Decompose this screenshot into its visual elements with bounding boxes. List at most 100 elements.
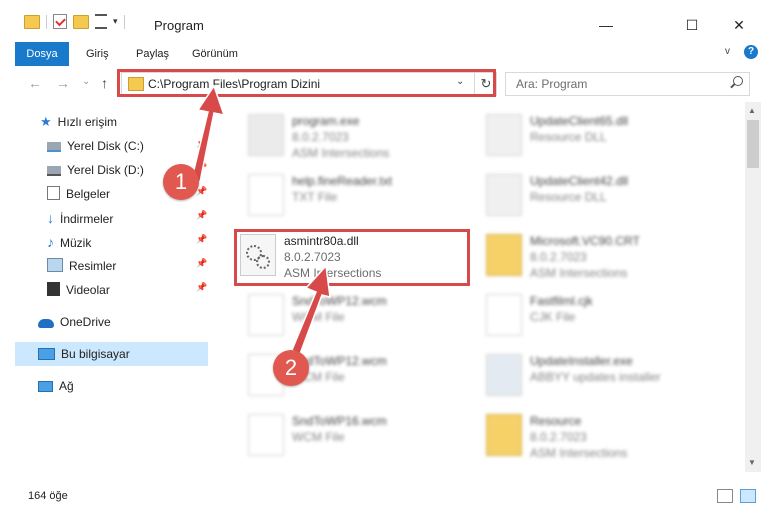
pin-icon[interactable]: 📌	[196, 282, 207, 293]
file-tile[interactable]: UpdateInstaller.exe ABBYY updates instal…	[486, 348, 716, 404]
tab-view[interactable]: Görünüm	[192, 48, 238, 60]
file-name: SndToWP16.wcm	[292, 414, 387, 428]
file-tile[interactable]: UpdateClient65.dll Resource DLL	[486, 108, 716, 164]
sidebar-item-label: Yerel Disk (D:)	[67, 163, 144, 177]
music-icon: ♪	[47, 234, 54, 250]
pin-icon[interactable]: 📌	[196, 138, 207, 149]
properties-icon[interactable]	[53, 14, 67, 29]
navigation-pane: ★ Hızlı erişim Yerel Disk (C:) 📌 Yerel Di…	[0, 102, 210, 472]
dll-file-icon	[486, 174, 522, 216]
file-tile[interactable]: help.fineReader.txt TXT File	[248, 168, 478, 224]
file-version: 8.0.2.7023	[530, 430, 587, 444]
file-name: UpdateClient42.dll	[530, 174, 629, 188]
toolbar-divider	[123, 14, 125, 29]
step-badge-1: 1	[163, 164, 199, 200]
sidebar-item-downloads[interactable]: ↓ İndirmeler	[47, 207, 113, 229]
toolbar-divider	[46, 14, 47, 29]
video-icon	[47, 282, 60, 296]
sidebar-item-this-pc[interactable]: Bu bilgisayar	[38, 343, 130, 365]
scroll-up-icon[interactable]: ▲	[748, 106, 756, 115]
file-type: Resource DLL	[530, 130, 607, 144]
step-badge-2: 2	[273, 350, 309, 386]
tab-file[interactable]: Dosya	[15, 42, 69, 66]
help-icon[interactable]: ?	[744, 45, 758, 59]
search-input[interactable]: Ara: Program	[516, 77, 587, 91]
file-icon	[248, 414, 284, 456]
tab-home[interactable]: Giriş	[86, 48, 109, 60]
file-company: ASM Intersections	[292, 146, 390, 160]
sidebar-item-pictures[interactable]: Resimler	[47, 255, 116, 277]
file-company: ASM Intersections	[530, 266, 628, 280]
pin-icon[interactable]: 📌	[196, 210, 207, 221]
file-icon	[486, 294, 522, 336]
file-list: program.exe 8.0.2.7023 ASM Intersections…	[212, 102, 744, 472]
details-view-icon[interactable]	[717, 489, 733, 503]
sidebar-item-label: OneDrive	[60, 315, 111, 329]
file-type: WCM File	[292, 310, 345, 324]
list-view-icon[interactable]	[95, 14, 107, 29]
file-type: CJK File	[530, 310, 576, 324]
file-tile[interactable]: UpdateClient42.dll Resource DLL	[486, 168, 716, 224]
file-tile[interactable]: SndToWP12.wcm WCM File	[248, 288, 478, 344]
star-icon: ★	[40, 114, 52, 129]
sidebar-item-music[interactable]: ♪ Müzik	[47, 231, 91, 253]
drive-icon	[47, 166, 61, 176]
recent-locations-icon[interactable]: ⌄	[82, 76, 90, 87]
folder-icon	[486, 234, 522, 276]
file-name: program.exe	[292, 114, 360, 128]
close-button[interactable]: ✕	[716, 10, 762, 40]
vertical-scrollbar[interactable]: ▲ ▼	[745, 102, 761, 472]
sidebar-item-drive-c[interactable]: Yerel Disk (C:)	[47, 135, 144, 157]
documents-icon	[47, 186, 60, 200]
title-bar: ▾ Program — ☐ ✕	[0, 0, 769, 40]
file-icon	[248, 294, 284, 336]
sidebar-item-videos[interactable]: Videolar	[47, 279, 110, 301]
file-tile[interactable]: Microsoft.VC90.CRT 8.0.2.7023 ASM Inters…	[486, 228, 716, 284]
back-arrow-icon[interactable]: ←	[28, 75, 42, 91]
sidebar-item-label: Yerel Disk (C:)	[67, 139, 144, 153]
pin-icon[interactable]: 📌	[196, 258, 207, 269]
pictures-icon	[47, 258, 63, 272]
file-company: ASM Intersections	[530, 446, 628, 460]
item-count: 164 öğe	[28, 490, 68, 502]
file-name: UpdateClient65.dll	[530, 114, 629, 128]
search-box[interactable]: Ara: Program	[505, 72, 750, 96]
sidebar-item-network[interactable]: Ağ	[38, 375, 74, 397]
file-tile[interactable]: SndToWP16.wcm WCM File	[248, 408, 478, 464]
sidebar-item-label: Belgeler	[66, 187, 111, 201]
forward-arrow-icon[interactable]: →	[56, 75, 70, 91]
file-tile[interactable]: Fastfilml.cjk CJK File	[486, 288, 716, 344]
pin-icon[interactable]: 📌	[196, 162, 207, 173]
pin-icon[interactable]: 📌	[196, 234, 207, 245]
file-name: Resource	[530, 414, 582, 428]
tab-share[interactable]: Paylaş	[136, 48, 169, 60]
maximize-button[interactable]: ☐	[669, 10, 715, 40]
up-arrow-icon[interactable]: ↑	[101, 75, 108, 91]
customize-toolbar-icon[interactable]: ▾	[113, 16, 118, 27]
file-tile[interactable]: program.exe 8.0.2.7023 ASM Intersections	[248, 108, 478, 164]
sidebar-item-label: Resimler	[69, 259, 117, 273]
sidebar-item-label: Hızlı erişim	[57, 115, 117, 129]
drive-icon	[47, 142, 61, 152]
file-tile[interactable]: Resource 8.0.2.7023 ASM Intersections	[486, 408, 716, 464]
sidebar-item-drive-d[interactable]: Yerel Disk (D:)	[47, 159, 144, 181]
new-folder-icon[interactable]	[73, 14, 89, 29]
sidebar-item-quick-access[interactable]: ★ Hızlı erişim	[40, 111, 117, 133]
search-icon[interactable]	[733, 76, 743, 86]
sidebar-item-onedrive[interactable]: OneDrive	[38, 311, 111, 333]
minimize-button[interactable]: —	[583, 10, 629, 40]
file-type: ABBYY updates installer	[530, 370, 661, 384]
file-type: TXT File	[292, 190, 338, 204]
exe-file-icon	[248, 114, 284, 156]
scroll-thumb[interactable]	[747, 120, 759, 168]
installer-icon	[486, 354, 522, 396]
address-highlight	[117, 69, 496, 97]
scroll-down-icon[interactable]: ▼	[748, 458, 756, 467]
expand-ribbon-icon[interactable]: v	[725, 46, 730, 57]
sidebar-item-label: İndirmeler	[60, 212, 114, 226]
status-bar: 164 öğe	[0, 480, 769, 521]
file-name: Fastfilml.cjk	[530, 294, 593, 308]
tiles-view-icon[interactable]	[740, 489, 756, 503]
sidebar-item-documents[interactable]: Belgeler	[47, 183, 110, 205]
file-name: SndToWP12.wcm	[292, 294, 387, 308]
